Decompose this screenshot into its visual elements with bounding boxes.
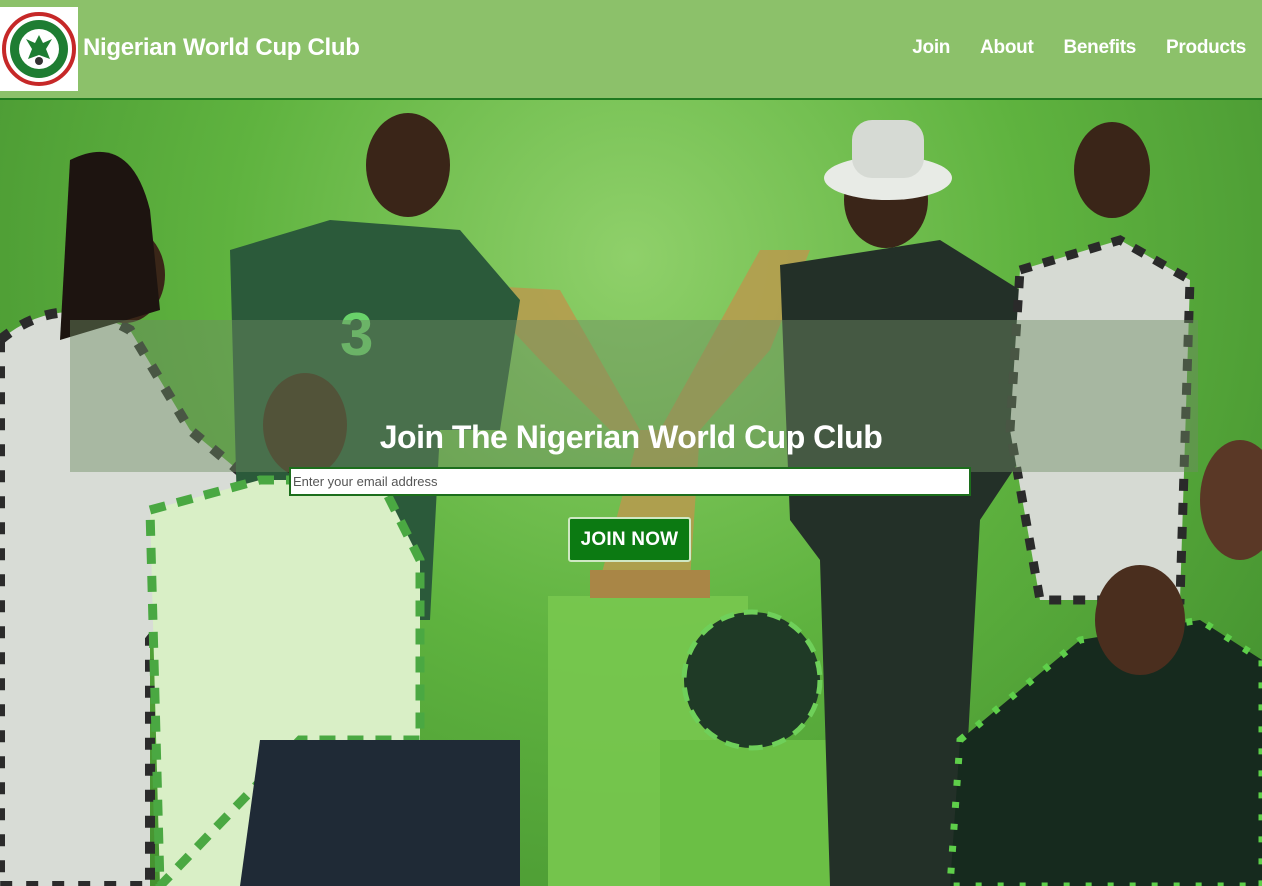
nav-link-about[interactable]: About bbox=[980, 37, 1034, 59]
site-title[interactable]: Nigerian World Cup Club bbox=[83, 34, 360, 62]
join-heading: Join The Nigerian World Cup Club bbox=[379, 419, 883, 455]
email-input[interactable] bbox=[289, 467, 971, 496]
nav-link-join[interactable]: Join bbox=[912, 37, 950, 59]
nav-link-products[interactable]: Products bbox=[1166, 37, 1246, 59]
nff-crest-icon bbox=[2, 12, 76, 86]
nav-link-benefits[interactable]: Benefits bbox=[1063, 37, 1136, 59]
site-header: Nigerian World Cup Club Join About Benef… bbox=[0, 0, 1262, 100]
main-nav: Join About Benefits Products bbox=[912, 37, 1246, 59]
nff-logo[interactable] bbox=[0, 7, 78, 91]
join-now-button[interactable]: JOIN NOW bbox=[568, 517, 691, 562]
